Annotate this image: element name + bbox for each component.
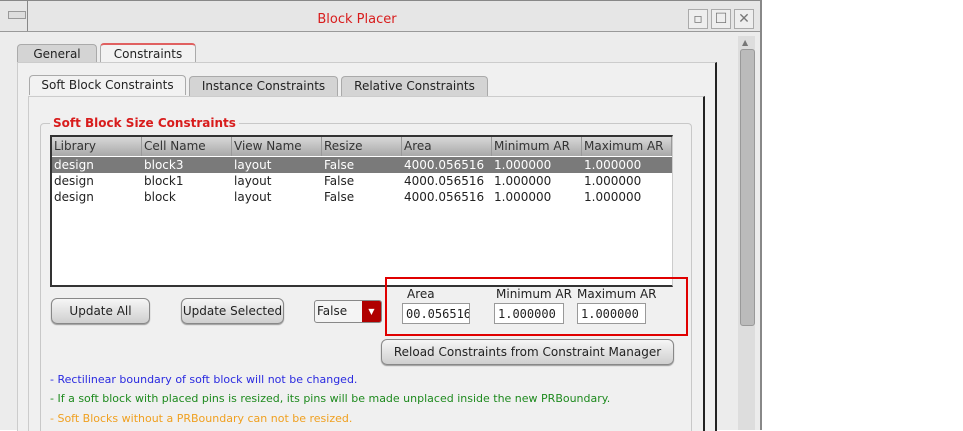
min-ar-field[interactable]: 1.000000 bbox=[494, 303, 564, 324]
reload-constraints-button[interactable]: Reload Constraints from Constraint Manag… bbox=[381, 339, 674, 365]
minimize-button[interactable]: ▫ bbox=[688, 9, 708, 29]
group-title: Soft Block Size Constraints bbox=[50, 116, 239, 130]
table-cell: block bbox=[144, 190, 176, 204]
area-field[interactable]: 00.056516 bbox=[402, 303, 470, 324]
scroll-up-arrow-icon[interactable]: ▲ bbox=[742, 38, 748, 47]
table-cell: design bbox=[54, 174, 94, 188]
table-row[interactable]: design block1 layout False 4000.056516 1.0000… bbox=[52, 173, 672, 189]
chevron-down-icon: ▼ bbox=[362, 301, 381, 322]
resize-select[interactable]: False ▼ bbox=[314, 300, 382, 323]
table-cell: False bbox=[324, 158, 355, 172]
table-cell: block1 bbox=[144, 174, 184, 188]
table-cell: 4000.056516 bbox=[404, 158, 485, 172]
tab-relative-constraints[interactable]: Relative Constraints bbox=[341, 76, 488, 96]
table-cell: layout bbox=[234, 190, 272, 204]
table-row[interactable]: design block layout False 4000.056516 1.00000… bbox=[52, 189, 672, 205]
table-cell: 1.000000 bbox=[584, 158, 642, 172]
column-header[interactable]: Minimum AR bbox=[492, 137, 582, 156]
scroll-thumb[interactable] bbox=[740, 49, 755, 326]
table-cell: 1.000000 bbox=[494, 174, 552, 188]
column-header[interactable]: Maximum AR bbox=[582, 137, 672, 156]
close-button[interactable]: ✕ bbox=[734, 9, 754, 29]
tab-label: Constraints bbox=[113, 47, 183, 61]
table-cell: 1.000000 bbox=[584, 190, 642, 204]
tab-constraints[interactable]: Constraints bbox=[100, 43, 196, 64]
title-bar: Block Placer ▫ ☐ ✕ bbox=[0, 0, 760, 32]
constraints-table[interactable]: Library Cell Name View Name Resize Area Minim… bbox=[50, 135, 673, 287]
table-cell: block3 bbox=[144, 158, 184, 172]
resize-select-value: False bbox=[317, 304, 348, 318]
window-title: Block Placer bbox=[317, 12, 397, 27]
tab-general[interactable]: General bbox=[17, 44, 97, 64]
table-cell: 4000.056516 bbox=[404, 174, 485, 188]
table-cell: False bbox=[324, 190, 355, 204]
table-cell: 1.000000 bbox=[494, 158, 552, 172]
tab-label: Relative Constraints bbox=[354, 79, 475, 93]
column-header[interactable]: Resize bbox=[322, 137, 402, 156]
table-header: Library Cell Name View Name Resize Area Minim… bbox=[52, 137, 672, 156]
table-cell: design bbox=[54, 190, 94, 204]
area-label: Area bbox=[407, 287, 435, 301]
column-header[interactable]: View Name bbox=[232, 137, 322, 156]
scrollbar[interactable]: ▲ bbox=[738, 36, 755, 430]
table-cell: False bbox=[324, 174, 355, 188]
tab-instance-constraints[interactable]: Instance Constraints bbox=[189, 76, 338, 96]
table-cell: layout bbox=[234, 158, 272, 172]
tab-label: Soft Block Constraints bbox=[41, 78, 174, 92]
column-header[interactable]: Area bbox=[402, 137, 492, 156]
tab-label: General bbox=[33, 47, 81, 61]
min-ar-label: Minimum AR bbox=[496, 287, 572, 301]
update-selected-button[interactable]: Update Selected bbox=[181, 298, 284, 324]
update-all-button[interactable]: Update All bbox=[51, 298, 150, 324]
tab-label: Instance Constraints bbox=[201, 79, 326, 93]
note-placed-pins: - If a soft block with placed pins is re… bbox=[50, 392, 611, 405]
table-cell: layout bbox=[234, 174, 272, 188]
table-cell: 4000.056516 bbox=[404, 190, 485, 204]
block-placer-window: Block Placer ▫ ☐ ✕ ▲ General Constraints… bbox=[0, 0, 762, 431]
note-no-prboundary: - Soft Blocks without a PRBoundary can n… bbox=[50, 412, 353, 425]
max-ar-label: Maximum AR bbox=[577, 287, 657, 301]
max-ar-field[interactable]: 1.000000 bbox=[577, 303, 646, 324]
table-cell: design bbox=[54, 158, 94, 172]
tab-soft-block-constraints[interactable]: Soft Block Constraints bbox=[29, 75, 186, 95]
maximize-button[interactable]: ☐ bbox=[711, 9, 731, 29]
table-cell: 1.000000 bbox=[584, 174, 642, 188]
table-row[interactable]: design block3 layout False 4000.056516 1.0000… bbox=[52, 157, 672, 173]
column-header[interactable]: Library bbox=[52, 137, 142, 156]
note-rectilinear: - Rectilinear boundary of soft block wil… bbox=[50, 373, 358, 386]
column-header[interactable]: Cell Name bbox=[142, 137, 232, 156]
table-cell: 1.000000 bbox=[494, 190, 552, 204]
